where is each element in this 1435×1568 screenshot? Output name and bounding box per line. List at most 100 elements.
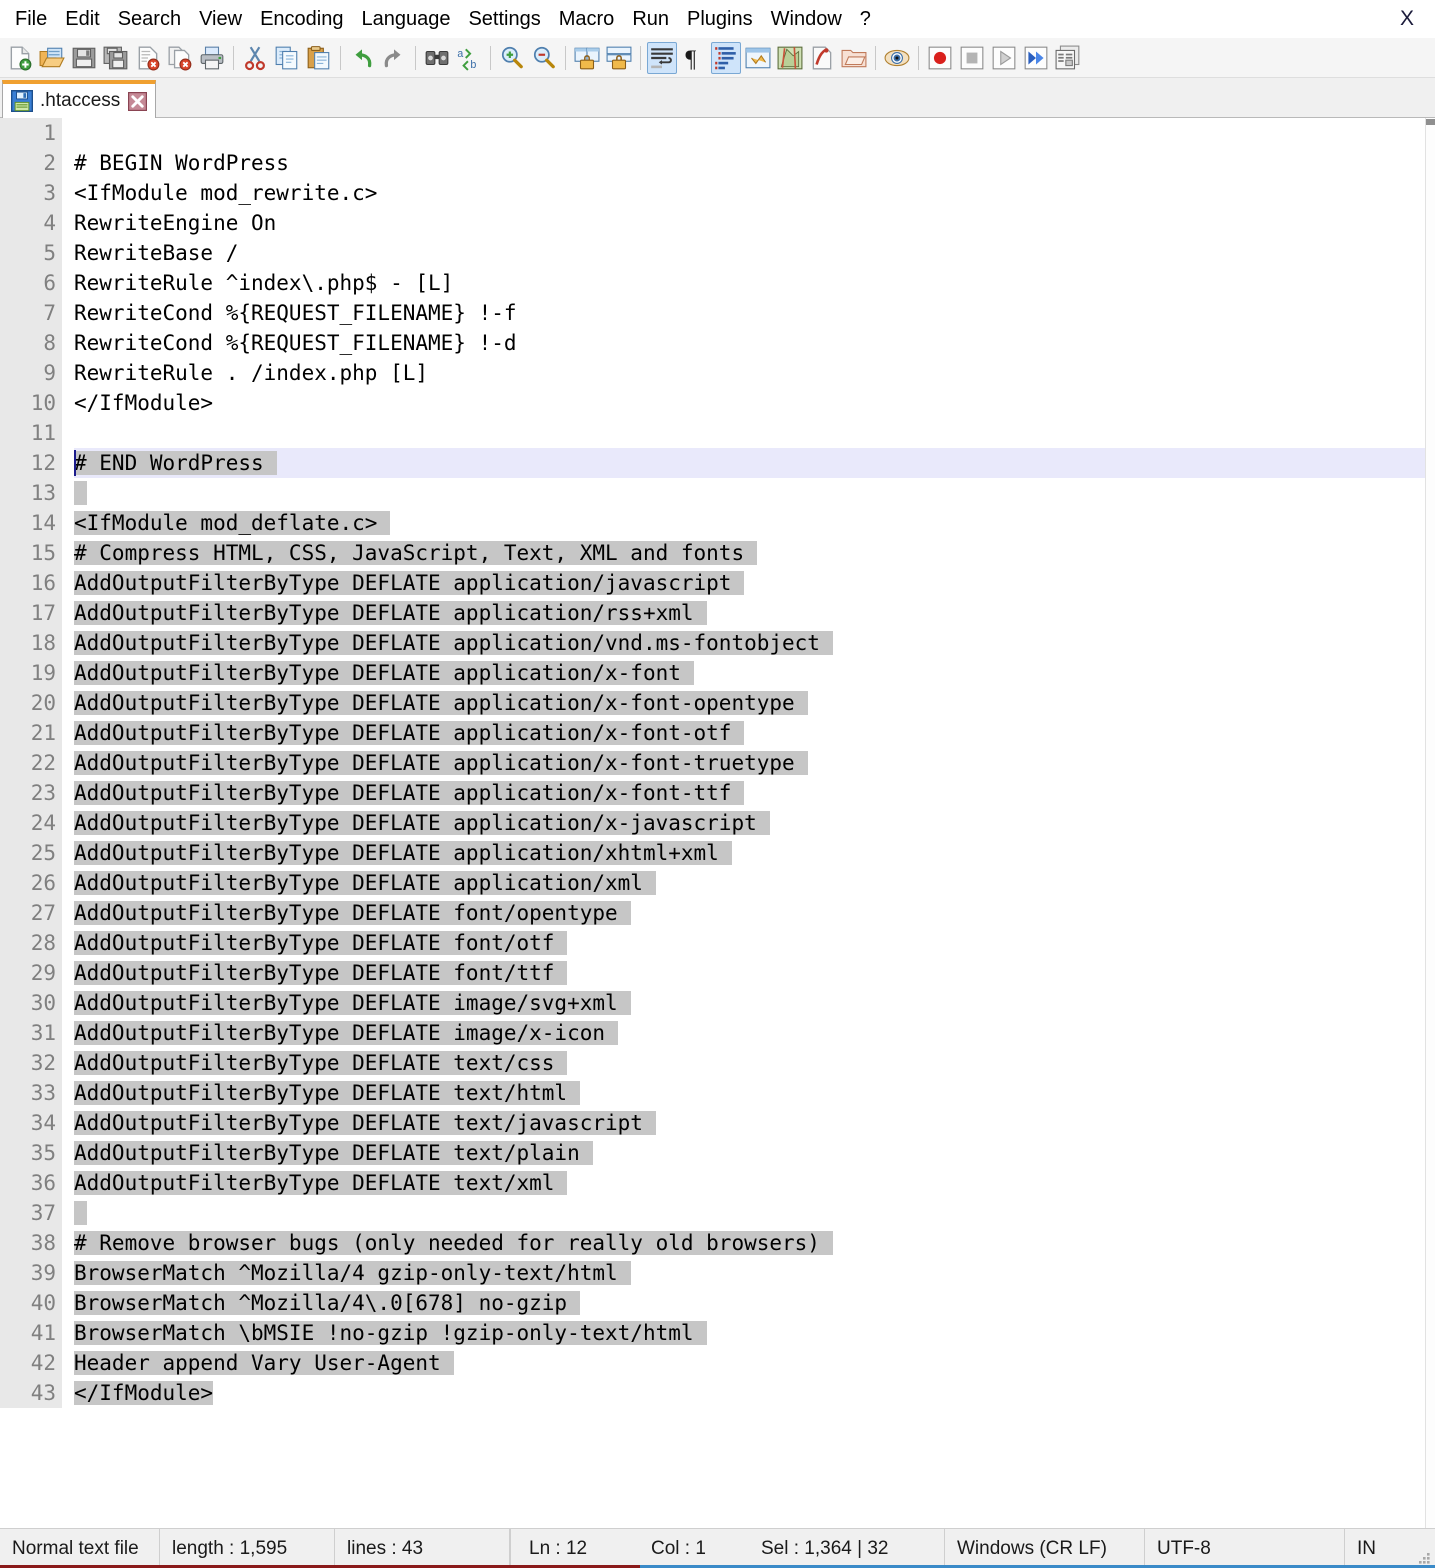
code-line[interactable]: 21AddOutputFilterByType DEFLATE applicat… xyxy=(0,718,1425,748)
menu-help[interactable]: ? xyxy=(851,6,880,32)
zoom-in-icon[interactable] xyxy=(497,42,527,74)
redo-icon[interactable] xyxy=(379,42,409,74)
menu-settings[interactable]: Settings xyxy=(459,6,549,32)
fold-margin[interactable] xyxy=(62,208,74,238)
fold-margin[interactable] xyxy=(62,478,74,508)
code-line[interactable]: 32AddOutputFilterByType DEFLATE text/css xyxy=(0,1048,1425,1078)
code-line[interactable]: 14<IfModule mod_deflate.c> xyxy=(0,508,1425,538)
show-all-characters-icon[interactable]: ¶ xyxy=(679,42,709,74)
fold-margin[interactable] xyxy=(62,1168,74,1198)
fold-margin[interactable] xyxy=(62,1078,74,1108)
fold-margin[interactable] xyxy=(62,1138,74,1168)
paste-icon[interactable] xyxy=(304,42,334,74)
menu-macro[interactable]: Macro xyxy=(550,6,624,32)
code-line[interactable]: 10</IfModule> xyxy=(0,388,1425,418)
fold-margin[interactable] xyxy=(62,568,74,598)
sync-vertical-scroll-icon[interactable] xyxy=(572,42,602,74)
function-list-icon[interactable] xyxy=(807,42,837,74)
fold-margin[interactable] xyxy=(62,868,74,898)
find-icon[interactable] xyxy=(422,42,452,74)
fold-margin[interactable] xyxy=(62,388,74,418)
code-line[interactable]: 6RewriteRule ^index\.php$ - [L] xyxy=(0,268,1425,298)
code-line[interactable]: 2# BEGIN WordPress xyxy=(0,148,1425,178)
code-line[interactable]: 25AddOutputFilterByType DEFLATE applicat… xyxy=(0,838,1425,868)
fold-margin[interactable] xyxy=(62,778,74,808)
fold-margin[interactable] xyxy=(62,988,74,1018)
code-line[interactable]: 34AddOutputFilterByType DEFLATE text/jav… xyxy=(0,1108,1425,1138)
fold-margin[interactable] xyxy=(62,178,74,208)
code-line[interactable]: 41BrowserMatch \bMSIE !no-gzip !gzip-onl… xyxy=(0,1318,1425,1348)
menu-edit[interactable]: Edit xyxy=(56,6,108,32)
fold-margin[interactable] xyxy=(62,148,74,178)
fold-margin[interactable] xyxy=(62,1108,74,1138)
fold-margin[interactable] xyxy=(62,1048,74,1078)
code-line[interactable]: 1 xyxy=(0,118,1425,148)
code-line[interactable]: 33AddOutputFilterByType DEFLATE text/htm… xyxy=(0,1078,1425,1108)
code-line[interactable]: 20AddOutputFilterByType DEFLATE applicat… xyxy=(0,688,1425,718)
code-line[interactable]: 18AddOutputFilterByType DEFLATE applicat… xyxy=(0,628,1425,658)
tab-htaccess[interactable]: .htaccess xyxy=(2,80,156,118)
fold-margin[interactable] xyxy=(62,808,74,838)
fold-margin[interactable] xyxy=(62,718,74,748)
code-line[interactable]: 3<IfModule mod_rewrite.c> xyxy=(0,178,1425,208)
fold-margin[interactable] xyxy=(62,658,74,688)
code-line[interactable]: 24AddOutputFilterByType DEFLATE applicat… xyxy=(0,808,1425,838)
fold-margin[interactable] xyxy=(62,1378,74,1408)
fold-margin[interactable] xyxy=(62,118,74,148)
fold-margin[interactable] xyxy=(62,958,74,988)
word-wrap-icon[interactable] xyxy=(647,42,677,74)
menu-search[interactable]: Search xyxy=(109,6,190,32)
open-file-icon[interactable] xyxy=(37,42,67,74)
undo-icon[interactable] xyxy=(347,42,377,74)
menu-run[interactable]: Run xyxy=(623,6,678,32)
fold-margin[interactable] xyxy=(62,418,74,448)
replace-icon[interactable]: ab xyxy=(454,42,484,74)
vertical-scrollbar-thumb[interactable] xyxy=(1426,119,1435,125)
fold-margin[interactable] xyxy=(62,328,74,358)
fold-margin[interactable] xyxy=(62,238,74,268)
fold-margin[interactable] xyxy=(62,1318,74,1348)
code-line[interactable]: 26AddOutputFilterByType DEFLATE applicat… xyxy=(0,868,1425,898)
code-editor[interactable]: 12# BEGIN WordPress3<IfModule mod_rewrit… xyxy=(0,118,1425,1528)
code-line[interactable]: 9RewriteRule . /index.php [L] xyxy=(0,358,1425,388)
code-line[interactable]: 40BrowserMatch ^Mozilla/4\.0[678] no-gzi… xyxy=(0,1288,1425,1318)
macro-stop-icon[interactable] xyxy=(957,42,987,74)
code-line[interactable]: 37 xyxy=(0,1198,1425,1228)
macro-save-icon[interactable] xyxy=(1053,42,1083,74)
fold-margin[interactable] xyxy=(62,688,74,718)
code-line[interactable]: 23AddOutputFilterByType DEFLATE applicat… xyxy=(0,778,1425,808)
fold-margin[interactable] xyxy=(62,628,74,658)
menu-language[interactable]: Language xyxy=(352,6,459,32)
code-line[interactable]: 35AddOutputFilterByType DEFLATE text/pla… xyxy=(0,1138,1425,1168)
fold-margin[interactable] xyxy=(62,928,74,958)
fold-margin[interactable] xyxy=(62,538,74,568)
code-line[interactable]: 12# END WordPress xyxy=(0,448,1425,478)
menu-window[interactable]: Window xyxy=(762,6,851,32)
document-map-icon[interactable] xyxy=(775,42,805,74)
code-line[interactable]: 5RewriteBase / xyxy=(0,238,1425,268)
fold-margin[interactable] xyxy=(62,1228,74,1258)
menu-view[interactable]: View xyxy=(190,6,251,32)
code-line[interactable]: 43</IfModule> xyxy=(0,1378,1425,1408)
code-line[interactable]: 42Header append Vary User-Agent xyxy=(0,1348,1425,1378)
code-line[interactable]: 11 xyxy=(0,418,1425,448)
window-close-button[interactable]: X xyxy=(1387,0,1427,38)
fold-margin[interactable] xyxy=(62,508,74,538)
code-line[interactable]: 38# Remove browser bugs (only needed for… xyxy=(0,1228,1425,1258)
macro-record-icon[interactable] xyxy=(925,42,955,74)
close-file-icon[interactable] xyxy=(133,42,163,74)
code-line[interactable]: 39BrowserMatch ^Mozilla/4 gzip-only-text… xyxy=(0,1258,1425,1288)
tab-close-icon[interactable] xyxy=(127,91,147,111)
fold-margin[interactable] xyxy=(62,748,74,778)
new-file-icon[interactable] xyxy=(5,42,35,74)
code-line[interactable]: 13 xyxy=(0,478,1425,508)
fold-margin[interactable] xyxy=(62,268,74,298)
code-line[interactable]: 27AddOutputFilterByType DEFLATE font/ope… xyxy=(0,898,1425,928)
code-line[interactable]: 7RewriteCond %{REQUEST_FILENAME} !-f xyxy=(0,298,1425,328)
macro-playback-multiple-icon[interactable] xyxy=(1021,42,1051,74)
code-line[interactable]: 19AddOutputFilterByType DEFLATE applicat… xyxy=(0,658,1425,688)
menu-plugins[interactable]: Plugins xyxy=(678,6,762,32)
code-line[interactable]: 28AddOutputFilterByType DEFLATE font/otf xyxy=(0,928,1425,958)
save-icon[interactable] xyxy=(69,42,99,74)
folder-as-workspace-icon[interactable] xyxy=(839,42,869,74)
